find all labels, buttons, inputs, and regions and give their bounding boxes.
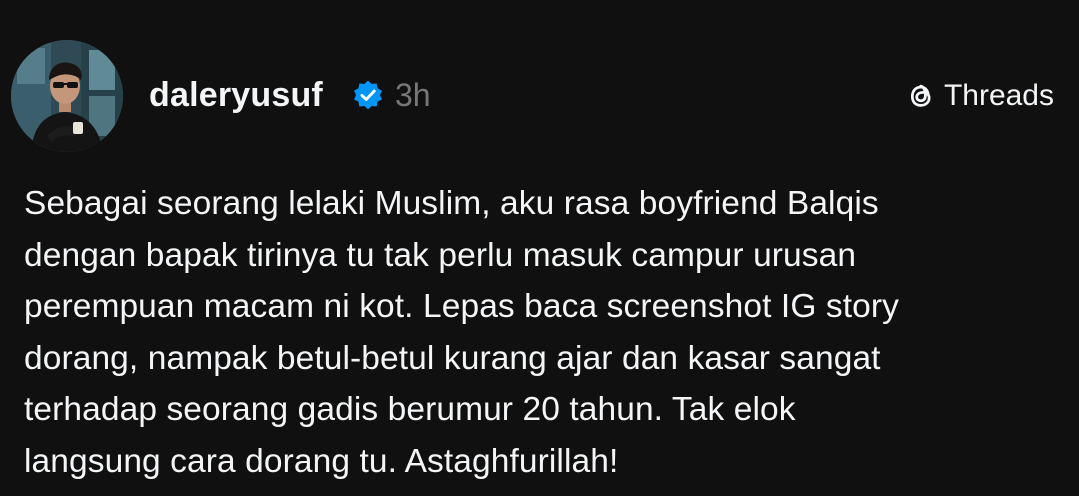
threads-link[interactable]: Threads — [904, 76, 1054, 116]
post-timestamp: 3h — [395, 77, 431, 113]
threads-post: daleryusuf 3h Threads Sebagai seorang le… — [0, 0, 1079, 496]
post-body-text: Sebagai seorang lelaki Muslim, aku rasa … — [24, 185, 899, 480]
avatar-photo — [11, 40, 123, 152]
threads-label: Threads — [943, 79, 1054, 112]
threads-logo-icon — [910, 84, 931, 107]
verified-badge-icon — [354, 80, 382, 110]
username[interactable]: daleryusuf — [149, 74, 323, 116]
avatar[interactable] — [11, 40, 123, 152]
